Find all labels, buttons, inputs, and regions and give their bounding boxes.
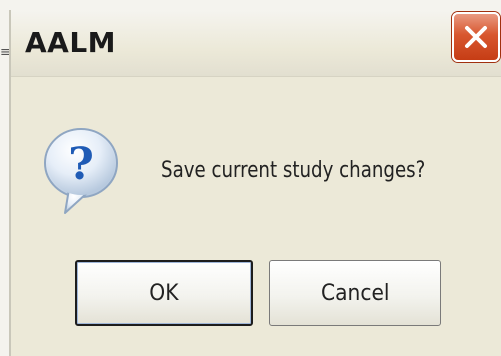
dialog-title: AALM — [25, 26, 117, 59]
svg-text:?: ? — [68, 139, 94, 190]
screen: ≡ AALM ? Save current study changes? OK … — [0, 0, 501, 356]
dialog-body: ? Save current study changes? OK Cancel — [11, 77, 501, 356]
dialog-message: Save current study changes? — [161, 158, 426, 183]
dialog-titlebar[interactable]: AALM — [11, 10, 501, 77]
cancel-button[interactable]: Cancel — [269, 260, 441, 326]
question-icon: ? — [44, 128, 118, 214]
message-dialog: AALM ? Save current study changes? OK Ca… — [9, 10, 501, 356]
cancel-button-label: Cancel — [320, 280, 390, 306]
close-icon — [465, 26, 487, 48]
close-button[interactable] — [452, 12, 500, 62]
ok-button-label: OK — [149, 280, 179, 306]
ok-button[interactable]: OK — [75, 260, 253, 326]
